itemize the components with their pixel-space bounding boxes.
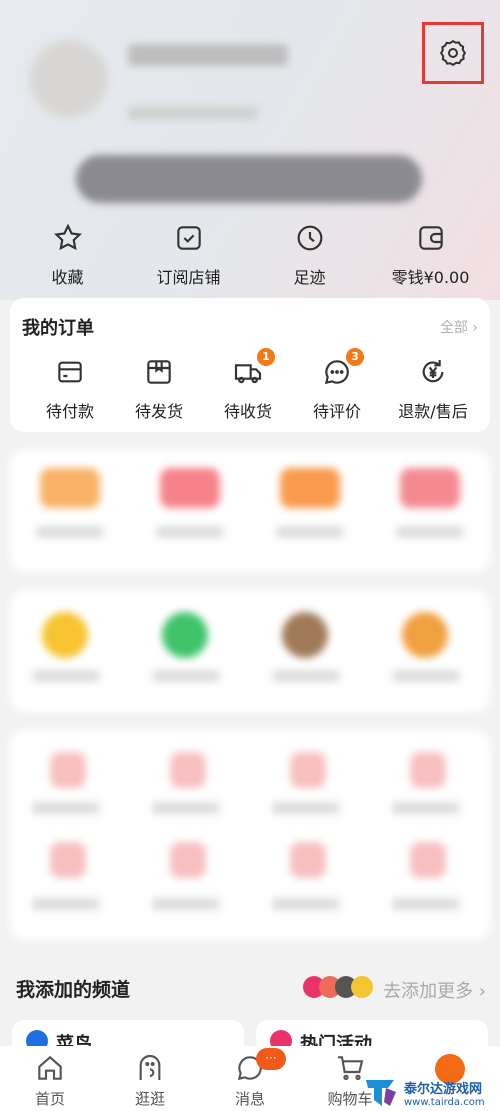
quick-link-label: 收藏 — [51, 268, 84, 287]
quick-link-wallet[interactable]: 零钱¥0.00 — [368, 222, 493, 288]
watermark-text: 泰尔达游戏网 — [404, 1082, 483, 1097]
member-banner-blurred[interactable] — [76, 155, 422, 203]
box-icon — [147, 360, 171, 384]
quick-link-subscribed-shops[interactable]: 订阅店铺 — [126, 222, 251, 288]
nav-label: 逛逛 — [134, 1090, 165, 1108]
channel-icon — [351, 976, 374, 998]
home-icon — [38, 1055, 62, 1080]
order-badge: 1 — [257, 348, 275, 366]
cart-icon — [338, 1056, 364, 1080]
quick-link-label: 零钱¥0.00 — [391, 268, 470, 287]
quick-link-favorites[interactable]: 收藏 — [5, 222, 130, 288]
nav-label: 首页 — [34, 1090, 65, 1108]
avatar[interactable] — [30, 40, 108, 118]
order-badge: 3 — [346, 348, 364, 366]
gear-icon — [439, 39, 467, 67]
nav-home[interactable]: 首页 — [0, 1046, 100, 1111]
watermark-url: www.tairda.com — [404, 1097, 485, 1108]
order-pending-payment[interactable]: 待付款 — [27, 356, 113, 422]
settings-button[interactable] — [422, 22, 484, 84]
orders-title: 我的订单 — [22, 318, 94, 339]
ghost-icon — [139, 1054, 161, 1080]
add-more-channels-link[interactable]: 去添加更多 › — [303, 976, 486, 1003]
order-label: 退款/售后 — [398, 402, 468, 421]
nav-messages[interactable]: ··· 消息 — [200, 1046, 300, 1111]
checkbox-icon — [176, 226, 201, 250]
order-label: 待评价 — [312, 402, 361, 421]
wallet-icon — [418, 226, 443, 250]
nav-browse[interactable]: 逛逛 — [100, 1046, 200, 1111]
orders-view-all-link[interactable]: 全部 › — [440, 317, 478, 337]
apps-grid-blurred — [10, 590, 490, 712]
order-label: 待付款 — [45, 402, 94, 421]
user-info-blurred — [128, 106, 258, 120]
card-icon — [58, 361, 82, 383]
services-grid-blurred — [10, 450, 490, 572]
clock-icon — [297, 225, 322, 251]
order-label: 待收货 — [223, 402, 272, 421]
channels-title: 我添加的频道 — [16, 979, 131, 1001]
quick-link-label: 足迹 — [293, 268, 326, 287]
quick-link-label: 订阅店铺 — [156, 268, 221, 287]
order-label: 待发货 — [134, 402, 183, 421]
tairda-logo-icon — [366, 1080, 396, 1106]
order-pending-shipment[interactable]: 待发货 — [116, 356, 202, 422]
quick-link-footprints[interactable]: 足迹 — [247, 222, 372, 288]
add-more-label: 去添加更多 › — [383, 980, 486, 1002]
username-blurred — [128, 44, 288, 66]
yen-refund-icon — [422, 360, 444, 383]
my-orders-card: 我的订单 全部 › 待付款 待发货 1 待收货 3 待评价 退款/售后 — [10, 298, 490, 432]
star-icon — [53, 223, 82, 251]
nav-label: 消息 — [234, 1090, 265, 1108]
watermark-logo: 泰尔达游戏网 www.tairda.com — [364, 1075, 494, 1111]
order-pending-receipt[interactable]: 1 待收货 — [205, 348, 291, 422]
order-refund-aftersale[interactable]: 退款/售后 — [383, 356, 483, 422]
order-pending-review[interactable]: 3 待评价 — [294, 348, 380, 422]
tools-grid-blurred — [10, 730, 490, 940]
message-badge: ··· — [256, 1048, 286, 1070]
